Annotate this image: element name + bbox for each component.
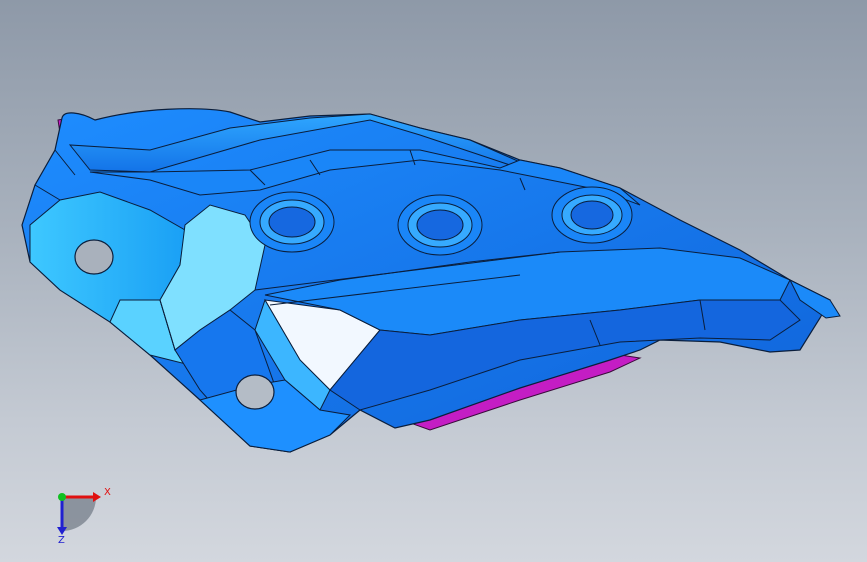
x-axis-label: X — [104, 487, 111, 498]
cad-viewport[interactable]: X Z — [0, 0, 867, 562]
z-axis-arrow-icon — [57, 527, 67, 535]
triad-shadow — [62, 497, 96, 531]
z-axis-label: Z — [58, 535, 65, 546]
x-axis-arrow-icon — [93, 492, 101, 502]
y-axis-dot-icon — [58, 493, 66, 501]
orientation-triad[interactable]: X Z — [0, 0, 867, 562]
